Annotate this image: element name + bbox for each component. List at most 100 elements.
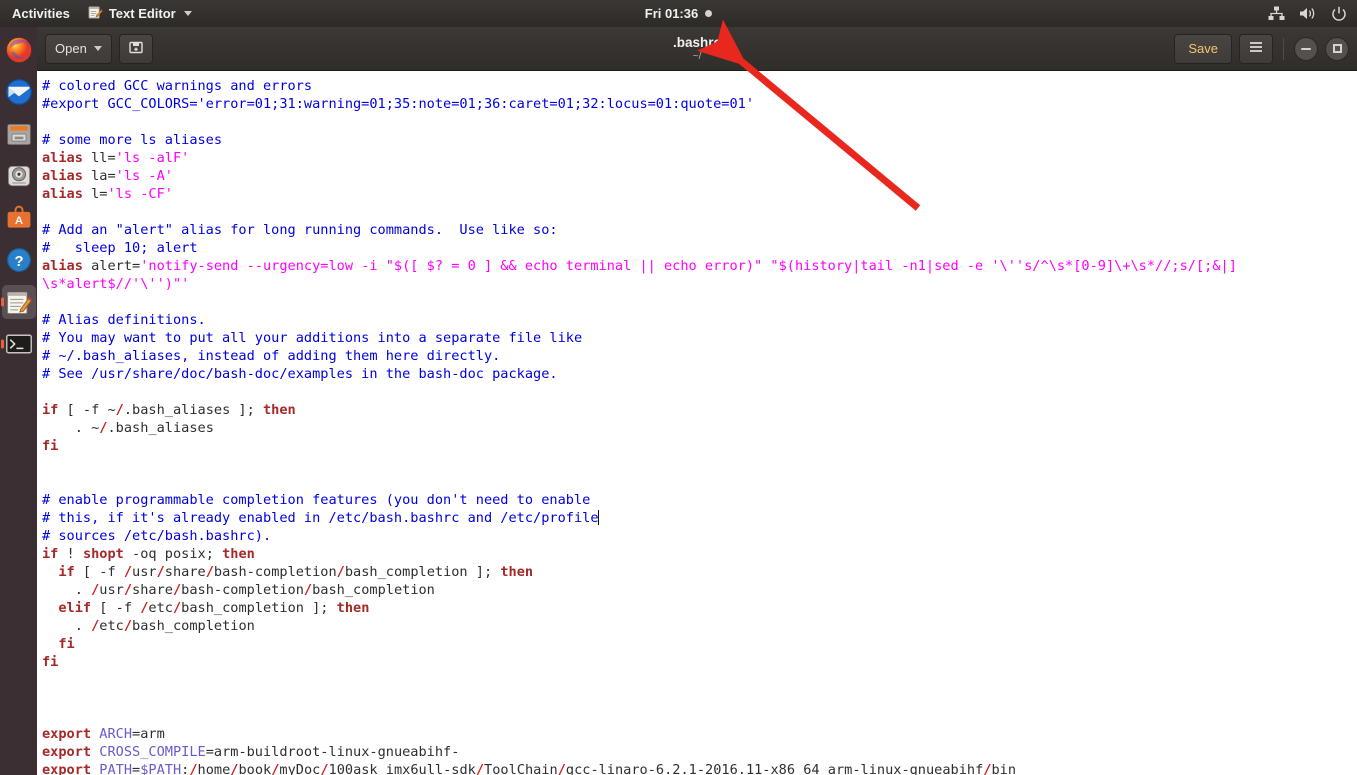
code-line: alias la='ls -A' <box>42 167 1357 185</box>
code-token: / <box>189 762 198 775</box>
code-token: .bash_aliases <box>107 420 214 436</box>
code-token: alias <box>42 186 83 202</box>
code-token: la= <box>82 168 116 184</box>
maximize-icon <box>1332 44 1342 53</box>
dock-item-terminal[interactable] <box>2 327 36 361</box>
code-token: / <box>205 564 214 580</box>
code-token: # Add an "alert" alias for long running … <box>42 222 558 238</box>
code-token: share <box>132 582 173 598</box>
code-token: 'ls -CF' <box>107 186 173 202</box>
terminal-icon <box>5 330 33 358</box>
dock-item-text-editor[interactable] <box>1 285 36 319</box>
code-token: # See /usr/share/doc/bash-doc/examples i… <box>42 366 558 382</box>
code-line: # enable programmable completion feature… <box>42 491 1357 509</box>
code-line: #export GCC_COLORS='error=01;31:warning=… <box>42 95 1357 113</box>
code-token: PATH <box>99 762 133 775</box>
minimize-button[interactable] <box>1294 36 1318 61</box>
volume-icon[interactable] <box>1299 6 1317 21</box>
code-token: then <box>500 564 534 580</box>
code-token: usr <box>132 564 157 580</box>
code-line: if [ -f ~/.bash_aliases ]; then <box>42 401 1357 419</box>
ubuntu-dock: A ? <box>0 27 37 775</box>
code-line: # ~/.bash_aliases, instead of adding the… <box>42 347 1357 365</box>
code-token: $PATH <box>140 762 182 775</box>
power-icon[interactable] <box>1331 6 1347 22</box>
code-token: ARCH <box>99 726 133 742</box>
thunderbird-icon <box>5 78 33 106</box>
dock-item-software[interactable]: A <box>2 201 36 235</box>
code-token: then <box>263 402 296 418</box>
save-button[interactable]: Save <box>1174 33 1232 64</box>
code-token: bash_completion <box>312 582 435 598</box>
dock-item-firefox[interactable] <box>2 33 36 67</box>
header-separator <box>1283 37 1284 60</box>
code-line: # this, if it's already enabled in /etc/… <box>42 509 1357 527</box>
dock-item-rhythmbox[interactable] <box>2 159 36 193</box>
save-button-label: Save <box>1188 41 1218 56</box>
code-line: # some more ls aliases <box>42 131 1357 149</box>
code-line: elif [ -f /etc/bash_completion ]; then <box>42 599 1357 617</box>
code-token: # You may want to put all your additions… <box>42 330 583 346</box>
code-token: if <box>58 564 75 580</box>
open-button[interactable]: Open <box>45 33 112 64</box>
code-token: # this, if it's already enabled in /etc/… <box>42 510 599 526</box>
code-token: l= <box>82 186 108 202</box>
clock-button[interactable]: Fri 01:36 <box>645 6 713 21</box>
code-token: fi <box>42 438 59 454</box>
code-token: #export GCC_COLORS='error=01;31:warning=… <box>42 96 755 112</box>
code-line: alias ll='ls -alF' <box>42 149 1357 167</box>
code-line: if [ -f /usr/share/bash-completion/bash_… <box>42 563 1357 581</box>
code-token: alias <box>42 258 83 274</box>
help-icon: ? <box>5 246 33 274</box>
code-line: # Add an "alert" alias for long running … <box>42 221 1357 239</box>
code-token: bash-completion <box>181 582 304 598</box>
code-line: export PATH=$PATH:/home/book/myDoc/100as… <box>42 761 1357 775</box>
code-line: alias l='ls -CF' <box>42 185 1357 203</box>
code-line: export CROSS_COMPILE=arm-buildroot-linux… <box>42 743 1357 761</box>
network-icon[interactable] <box>1268 6 1285 21</box>
dock-item-files[interactable] <box>2 117 36 151</box>
dock-item-thunderbird[interactable] <box>2 75 36 109</box>
code-token: # some more ls aliases <box>42 132 223 148</box>
dock-item-help[interactable]: ? <box>2 243 36 277</box>
hamburger-menu-button[interactable] <box>1239 33 1273 64</box>
code-token: alias <box>42 168 83 184</box>
code-token: export <box>42 744 92 760</box>
app-menu-button[interactable]: Text Editor <box>80 5 200 23</box>
minimize-icon <box>1301 47 1311 50</box>
code-token: book <box>238 762 272 775</box>
code-token: fi <box>42 654 59 670</box>
open-button-label: Open <box>55 41 87 56</box>
code-editor-text[interactable]: # colored GCC warnings and errors #export… <box>37 71 1357 775</box>
ubuntu-software-icon: A <box>5 204 33 232</box>
code-token: myDoc <box>279 762 321 775</box>
notification-dot-icon <box>705 10 713 17</box>
activities-button[interactable]: Activities <box>0 6 80 21</box>
code-token: / <box>123 618 133 634</box>
code-line: export ARCH=arm <box>42 725 1357 743</box>
code-line: # See /usr/share/doc/bash-doc/examples i… <box>42 365 1357 383</box>
code-token: / <box>156 564 165 580</box>
code-token: CROSS_COMPILE <box>99 744 206 760</box>
code-token: / <box>336 564 345 580</box>
code-line: # sources /etc/bash.bashrc). <box>42 527 1357 545</box>
svg-text:A: A <box>14 215 22 227</box>
code-line: fi <box>42 653 1357 671</box>
code-token: . <box>42 618 92 634</box>
clock-area: Fri 01:36 <box>0 6 1357 21</box>
system-tray[interactable] <box>1268 6 1347 22</box>
code-token: home <box>197 762 231 775</box>
text-cursor <box>597 510 599 525</box>
code-line: if ! shopt -oq posix; then <box>42 545 1357 563</box>
maximize-button[interactable] <box>1325 36 1349 61</box>
code-line: \s*alert$//'\'')"' <box>42 275 1357 293</box>
code-token: if <box>42 546 59 562</box>
code-token: fi <box>58 636 75 652</box>
save-as-button[interactable] <box>118 33 153 64</box>
code-token: / <box>557 762 566 775</box>
